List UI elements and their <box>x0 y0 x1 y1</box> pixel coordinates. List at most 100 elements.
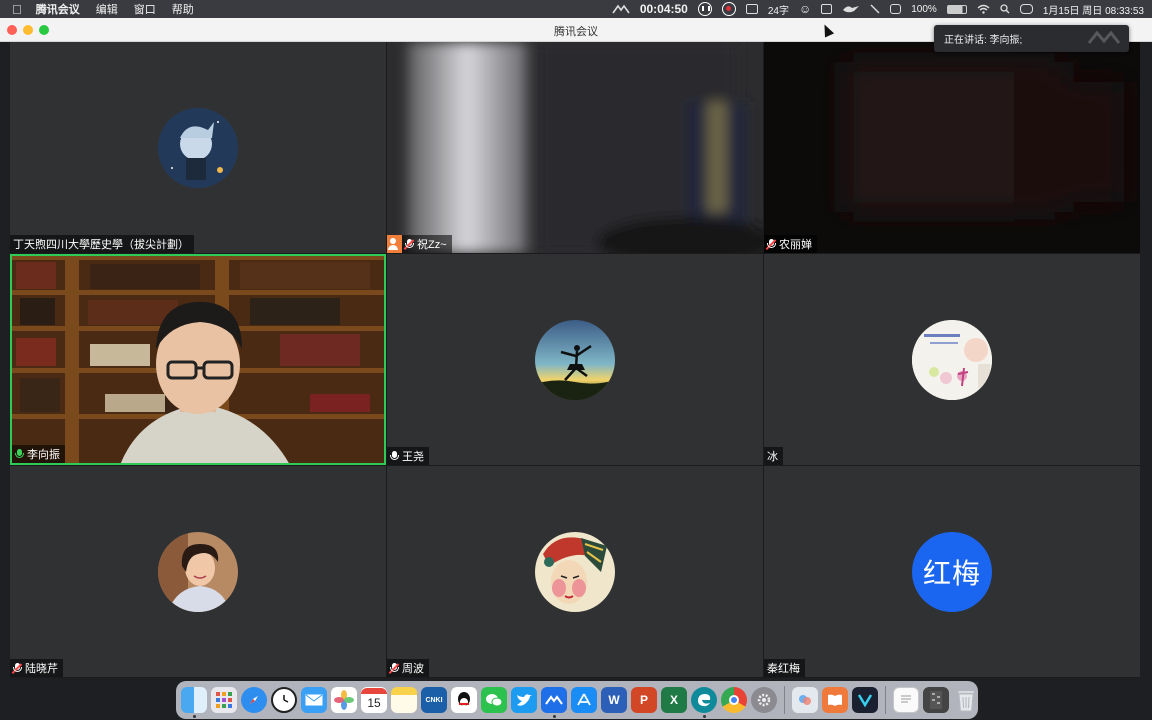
now-speaking-banner: 正在讲话: 李向振; <box>934 25 1129 52</box>
smiley-icon[interactable]: ☺ <box>799 2 811 16</box>
running-indicator <box>553 715 556 718</box>
menu-edit[interactable]: 编辑 <box>96 1 118 17</box>
dock-separator <box>784 686 785 714</box>
participant-tile[interactable]: 农丽婵 <box>764 42 1140 253</box>
participant-nameplate: 农丽婵 <box>764 235 817 253</box>
participant-tile[interactable]: 王尧 <box>387 254 763 465</box>
avatar-initials: 红梅 <box>912 531 992 612</box>
woman-avatar-icon <box>158 531 238 612</box>
menu-window[interactable]: 窗口 <box>134 1 156 17</box>
video-feed <box>10 254 386 465</box>
notes-icon[interactable] <box>391 687 417 713</box>
dock: 15 CNKI W P X <box>176 681 978 719</box>
mic-muted-icon <box>765 238 776 250</box>
participant-nameplate: 陆晓芹 <box>10 659 63 677</box>
participant-nameplate: 秦红梅 <box>764 659 805 677</box>
photos-icon[interactable] <box>331 687 357 713</box>
calendar-icon[interactable]: 15 <box>361 687 387 713</box>
running-indicator <box>193 715 196 718</box>
mail-icon[interactable] <box>301 687 327 713</box>
input-method-icon[interactable] <box>821 4 833 14</box>
books-icon[interactable] <box>822 687 848 713</box>
participant-tile[interactable]: 陆晓芹 <box>10 466 386 677</box>
flowers-avatar-icon <box>912 319 992 400</box>
meeting-status-icon[interactable] <box>612 4 630 14</box>
excel-icon[interactable]: X <box>661 687 687 713</box>
participant-name: 周波 <box>402 663 424 675</box>
person-icon <box>387 235 402 253</box>
finder-icon[interactable] <box>181 687 207 718</box>
edge-icon[interactable] <box>691 687 717 718</box>
participant-name: 李向振 <box>27 449 60 461</box>
avatar-initials-text: 红梅 <box>922 557 981 589</box>
tencent-meeting-icon[interactable] <box>541 687 567 718</box>
word-icon[interactable]: W <box>601 687 627 713</box>
participant-tile[interactable]: 丁天煦四川大學歷史學（拔尖計劃） <box>10 42 386 253</box>
canva-icon[interactable] <box>852 687 878 713</box>
preview-icon[interactable] <box>792 687 818 713</box>
participant-nameplate: 李向振 <box>12 445 65 463</box>
bird-icon[interactable] <box>842 4 860 14</box>
pause-recording-icon[interactable] <box>697 2 712 16</box>
app-store-icon[interactable] <box>571 687 597 713</box>
dock-separator <box>885 686 886 714</box>
participant-name: 陆晓芹 <box>25 663 58 675</box>
stop-recording-icon[interactable] <box>721 2 736 16</box>
participant-name: 祝Zz~ <box>417 239 447 251</box>
wifi-icon[interactable] <box>977 4 990 14</box>
spotlight-search-icon[interactable] <box>1000 4 1010 14</box>
video-grid: 丁天煦四川大學歷史學（拔尖計劃） 祝Zz~ 农丽婵 李向振 王尧 冰 陆晓芹 周… <box>10 42 1140 678</box>
mic-muted-icon <box>403 238 414 250</box>
twitter-icon[interactable] <box>511 687 537 713</box>
participant-name: 冰 <box>767 451 778 463</box>
trash-icon[interactable] <box>953 687 979 713</box>
mic-muted-icon <box>11 662 22 674</box>
participant-nameplate: 王尧 <box>387 447 429 465</box>
clock-icon[interactable] <box>271 687 297 713</box>
screen-share-icon[interactable] <box>745 4 758 14</box>
participant-nameplate: 冰 <box>764 447 783 465</box>
participant-nameplate: 祝Zz~ <box>387 235 452 253</box>
avatar <box>535 531 615 612</box>
anime-avatar-icon <box>158 107 238 188</box>
system-settings-icon[interactable] <box>751 687 777 713</box>
tencent-meeting-logo-icon <box>1087 31 1121 44</box>
mic-muted-icon <box>388 662 399 674</box>
qq-icon[interactable] <box>451 687 477 713</box>
dancer-avatar-icon <box>535 319 615 400</box>
participant-tile[interactable]: 祝Zz~ <box>387 42 763 253</box>
meeting-timer: 00:04:50 <box>639 2 688 16</box>
running-indicator <box>703 715 706 718</box>
avatar <box>912 319 992 400</box>
document-icon[interactable] <box>893 687 919 713</box>
participant-tile-active-speaker[interactable]: 李向振 <box>10 254 386 465</box>
participant-name: 秦红梅 <box>767 663 800 675</box>
s-app-icon[interactable] <box>890 4 902 14</box>
menu-app-name[interactable]: 腾讯会议 <box>36 1 80 17</box>
archive-icon[interactable] <box>923 687 949 713</box>
avatar <box>158 531 238 612</box>
avatar <box>158 107 238 188</box>
participant-nameplate: 周波 <box>387 659 429 677</box>
battery-icon[interactable] <box>946 4 967 14</box>
launchpad-icon[interactable] <box>211 687 237 713</box>
datetime[interactable]: 1月15日 周日 08:33:53 <box>1043 2 1144 17</box>
word-count: 24字 <box>767 5 789 17</box>
control-center-icon[interactable] <box>1019 4 1033 14</box>
opera-avatar-icon <box>535 531 615 612</box>
safari-icon[interactable] <box>241 687 267 713</box>
chrome-icon[interactable] <box>721 687 747 713</box>
wechat-icon[interactable] <box>481 687 507 713</box>
calendar-day: 15 <box>367 696 381 710</box>
participant-tile[interactable]: 周波 <box>387 466 763 677</box>
participant-name: 王尧 <box>402 451 424 463</box>
pen-icon[interactable] <box>870 4 880 14</box>
participant-tile[interactable]: 冰 <box>764 254 1140 465</box>
cnki-icon[interactable]: CNKI <box>421 687 447 713</box>
powerpoint-icon[interactable]: P <box>631 687 657 713</box>
menu-help[interactable]: 帮助 <box>172 1 194 17</box>
participant-nameplate: 丁天煦四川大學歷史學（拔尖計劃） <box>10 235 194 253</box>
avatar <box>535 319 615 400</box>
apple-icon[interactable]:  <box>12 2 22 17</box>
participant-tile[interactable]: 红梅 秦红梅 <box>764 466 1140 677</box>
